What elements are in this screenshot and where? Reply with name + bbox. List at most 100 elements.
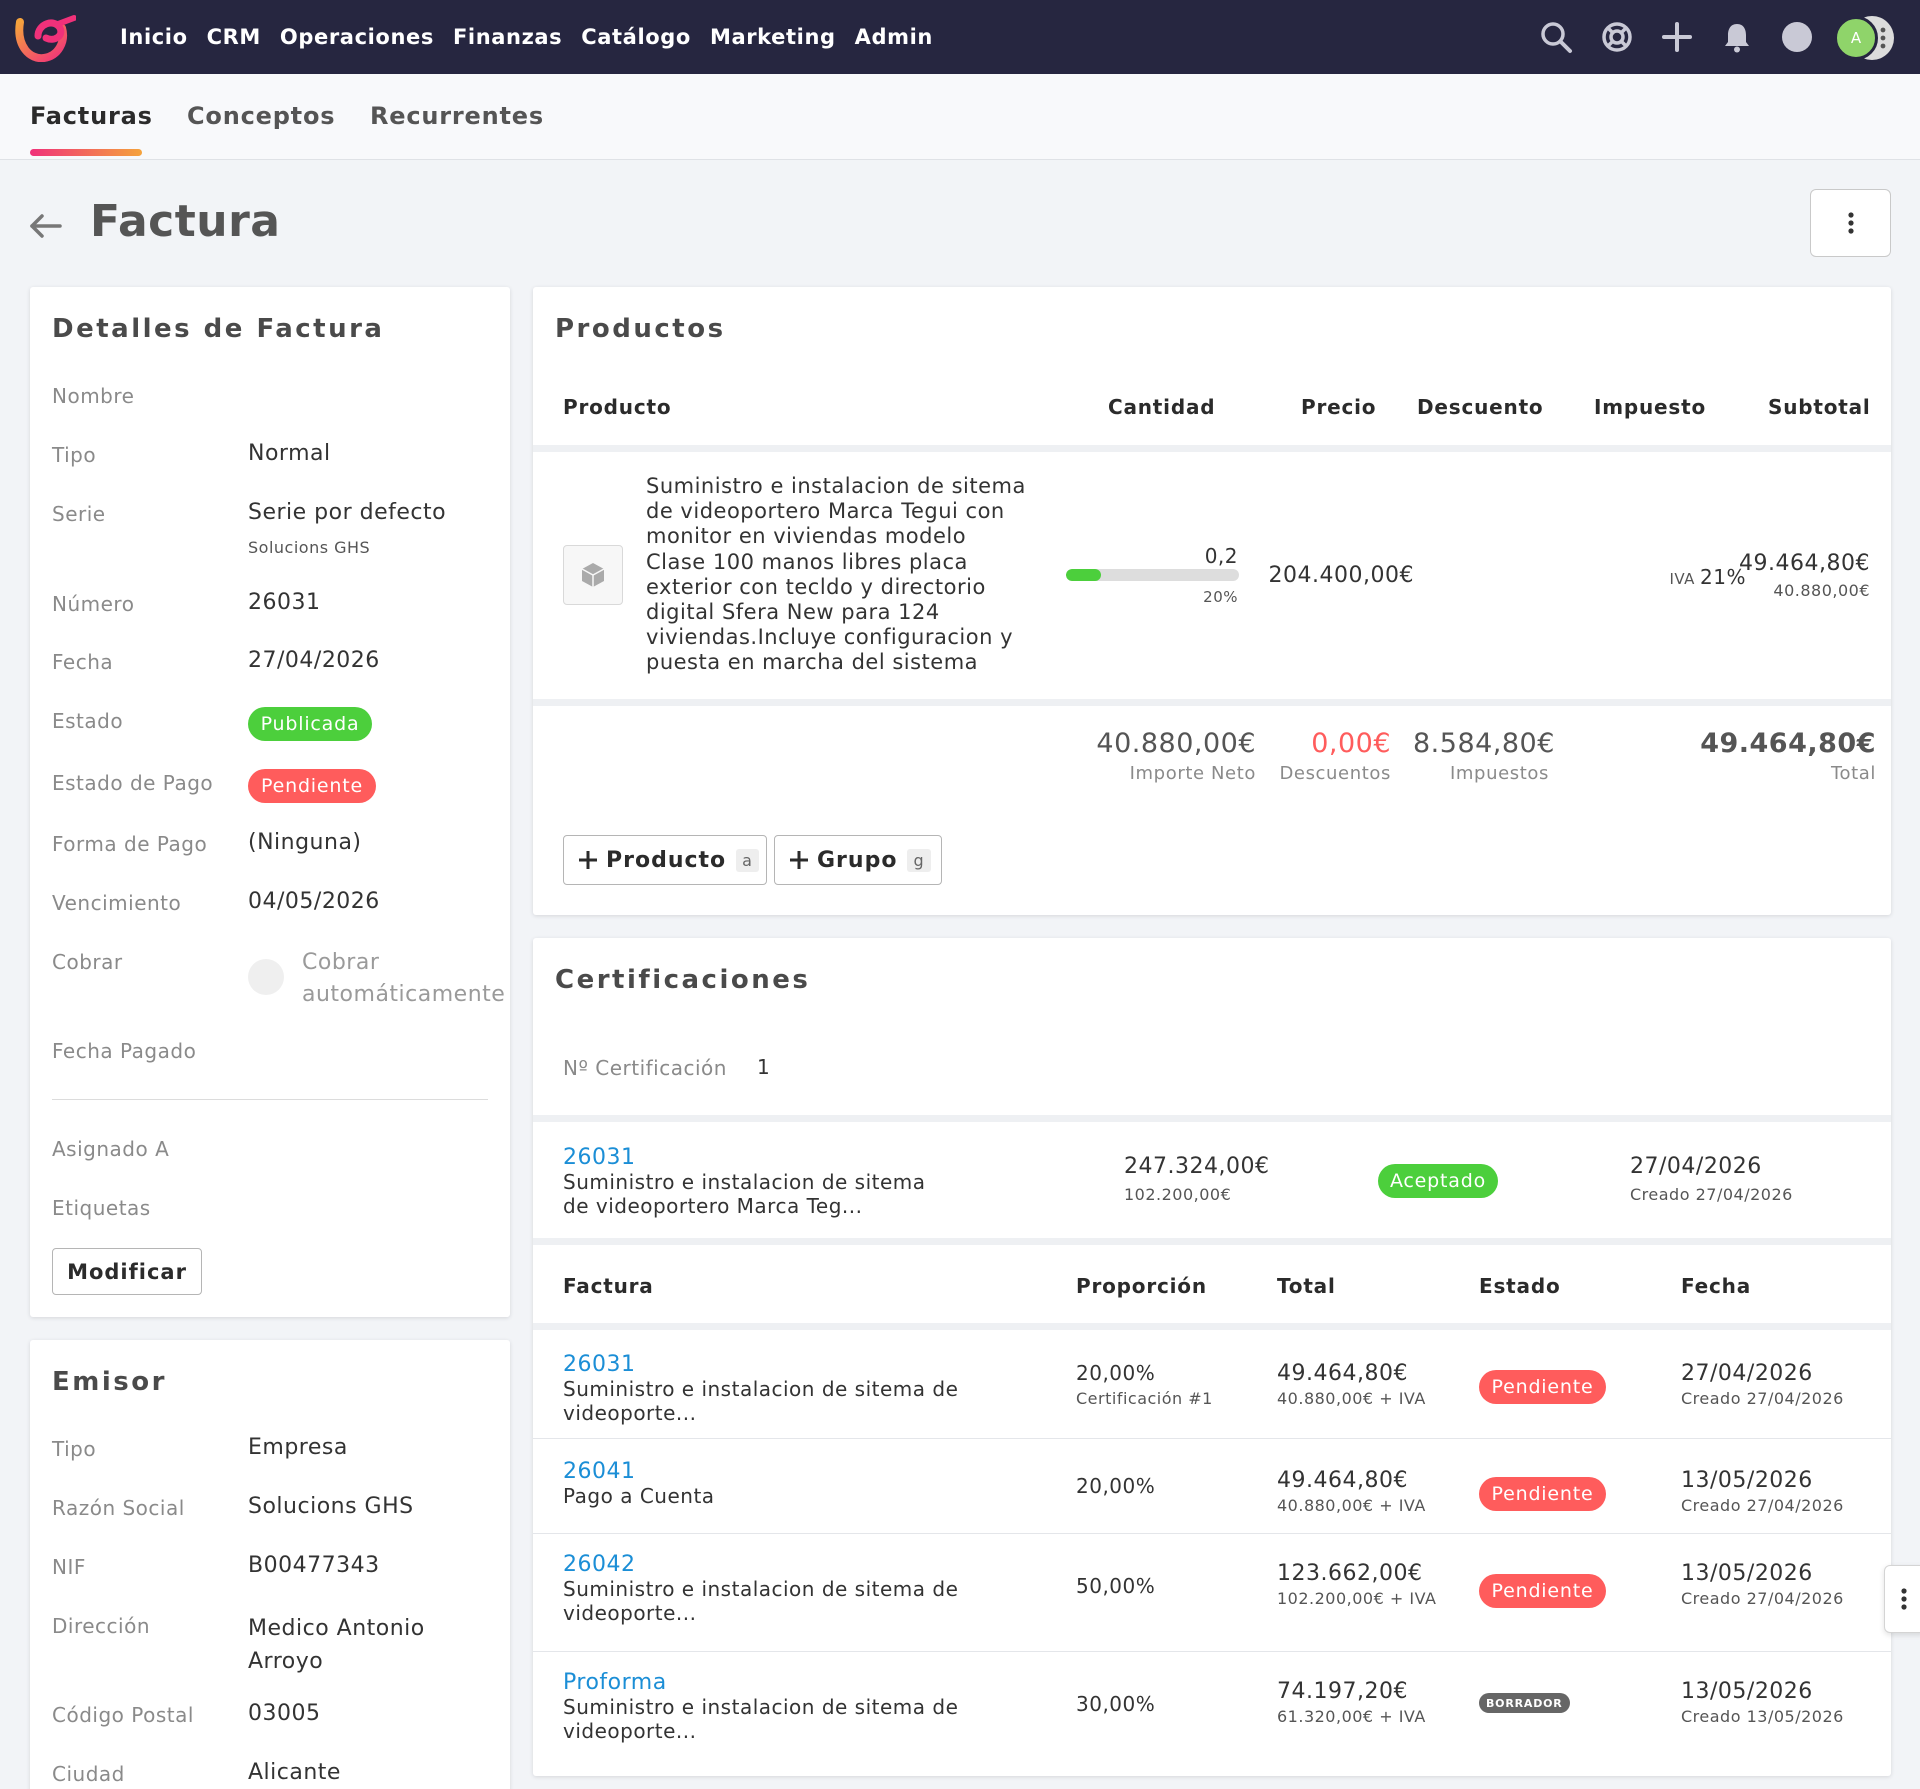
lifebuoy-icon[interactable] (1599, 19, 1635, 55)
back-arrow-icon[interactable] (28, 210, 64, 242)
nif-value: B00477343 (248, 1553, 380, 1578)
factura-desc-1: Suministro e instalacion de sitema de (563, 1695, 959, 1719)
plus-icon (790, 851, 808, 869)
product-description-line: Suministro e instalacion de sitema (646, 474, 1026, 498)
certificacion-desc-1: Suministro e instalacion de sitema (563, 1170, 926, 1194)
page-options-button[interactable] (1810, 189, 1891, 257)
section-separator (533, 1238, 1891, 1245)
cobrar-text-2: automáticamente (302, 982, 506, 1007)
estado-badge: Publicada (248, 707, 372, 741)
box-icon (581, 563, 605, 587)
certificaciones-card: Certificaciones Nº Certificación 1 26031… (533, 938, 1891, 1776)
add-grupo-button[interactable]: Grupo g (774, 835, 942, 885)
certificacion-link[interactable]: 26031 (563, 1145, 636, 1170)
nav-crm[interactable]: CRM (207, 25, 261, 49)
factura-desc-2: videoporte... (563, 1601, 697, 1625)
estado-badge: Pendiente (1479, 1477, 1606, 1511)
productos-card: Productos Producto Cantidad Precio Descu… (533, 287, 1891, 915)
creado-value: Creado 27/04/2026 (1681, 1389, 1844, 1408)
creado-value: Creado 27/04/2026 (1681, 1589, 1844, 1608)
num-certificacion-label: Nº Certificación (563, 1056, 727, 1080)
product-description[interactable]: Suministro e instalacion de sitema de vi… (646, 474, 1066, 676)
product-description-line: exterior con tecldo y directorio (646, 574, 986, 599)
add-producto-label: Producto (606, 847, 727, 873)
certificacion-estado-badge: Aceptado (1378, 1164, 1498, 1198)
cantidad-progress-fill (1066, 569, 1101, 581)
tab-facturas[interactable]: Facturas (30, 102, 153, 130)
add-grupo-label: Grupo (817, 847, 898, 873)
precio-value[interactable]: 204.400,00€ (1226, 563, 1414, 588)
col-estado: Estado (1479, 1274, 1561, 1298)
search-icon[interactable] (1538, 19, 1574, 55)
proporcion-sub: Certificación #1 (1076, 1389, 1213, 1408)
factura-desc-1: Suministro e instalacion de sitema de (563, 1577, 959, 1601)
page-title: Factura (90, 196, 281, 247)
vertical-dots-icon (1880, 27, 1886, 49)
tab-conceptos[interactable]: Conceptos (187, 102, 335, 130)
divider (52, 1099, 488, 1100)
row-options-button[interactable] (1884, 1565, 1920, 1633)
tab-recurrentes[interactable]: Recurrentes (370, 102, 544, 130)
avatar[interactable]: A (1834, 16, 1878, 60)
emisor-title: Emisor (52, 1367, 167, 1397)
detalles-title: Detalles de Factura (52, 314, 385, 344)
row-separator (533, 699, 1891, 706)
tipo-value: Normal (248, 441, 331, 466)
total-value: 49.464,80€ (1277, 1468, 1408, 1493)
nav-finanzas[interactable]: Finanzas (453, 25, 562, 49)
table-row[interactable]: 26042 Suministro e instalacion de sitema… (533, 1534, 1891, 1651)
col-cantidad: Cantidad (1108, 395, 1216, 419)
fecha-value: 27/04/2026 (1681, 1361, 1813, 1386)
cantidad-value[interactable]: 0,2 (1133, 544, 1238, 568)
col-proporcion: Proporción (1076, 1274, 1207, 1298)
proporcion-value: 50,00% (1076, 1574, 1156, 1598)
direccion-line-2: Arroyo (248, 1649, 324, 1674)
modificar-button[interactable]: Modificar (52, 1248, 202, 1295)
tipo-label: Tipo (52, 443, 97, 467)
nav-marketing[interactable]: Marketing (710, 25, 836, 49)
product-description-line: viviendas.Incluye configuracion y (646, 625, 1013, 650)
total-sub: 61.320,00€ + IVA (1277, 1707, 1426, 1726)
bell-icon[interactable] (1719, 19, 1755, 55)
table-row[interactable]: 26031 Suministro e instalacion de sitema… (533, 1330, 1891, 1438)
nav-inicio[interactable]: Inicio (120, 25, 188, 49)
total-sub: 40.880,00€ + IVA (1277, 1496, 1426, 1515)
col-factura: Factura (563, 1274, 654, 1298)
status-dot-icon[interactable] (1779, 19, 1815, 55)
subtotal-value: 49.464,80€ (1739, 551, 1870, 576)
factura-desc-1: Pago a Cuenta (563, 1484, 715, 1508)
header-separator (533, 1323, 1891, 1330)
creado-value: Creado 13/05/2026 (1681, 1707, 1844, 1726)
table-row[interactable]: Proforma Suministro e instalacion de sit… (533, 1652, 1891, 1770)
product-description-line: Clase 100 manos libres placa (646, 549, 968, 574)
total-value: 123.662,00€ (1277, 1561, 1423, 1586)
nav-operaciones[interactable]: Operaciones (280, 25, 434, 49)
cantidad-progress-bar (1066, 569, 1239, 581)
cobrar-toggle[interactable] (248, 959, 284, 995)
factura-link[interactable]: 26031 (563, 1352, 636, 1377)
user-menu[interactable]: A (1834, 14, 1900, 60)
numero-label: Número (52, 592, 135, 616)
serie-value: Serie por defecto (248, 500, 447, 525)
factura-link[interactable]: Proforma (563, 1670, 667, 1695)
factura-link[interactable]: 26042 (563, 1552, 636, 1577)
total-sub: 40.880,00€ + IVA (1277, 1389, 1426, 1408)
factura-desc-2: videoporte... (563, 1401, 697, 1425)
descuentos-label: Descuentos (1279, 763, 1391, 784)
product-description-line: puesta en marcha del sistema (646, 650, 979, 675)
total-label: Total (1830, 763, 1876, 784)
nav-catalogo[interactable]: Catálogo (581, 25, 691, 49)
direccion-line-1: Medico Antonio (248, 1616, 425, 1641)
forma-pago-value: (Ninguna) (248, 830, 362, 855)
product-thumbnail[interactable] (563, 545, 623, 605)
app-logo[interactable] (14, 12, 76, 62)
nav-admin[interactable]: Admin (855, 25, 933, 49)
productos-title: Productos (555, 314, 726, 344)
add-producto-button[interactable]: Producto a (563, 835, 767, 885)
table-row[interactable]: 26041 Pago a Cuenta 20,00% 49.464,80€ 40… (533, 1439, 1891, 1533)
estado-badge: Pendiente (1479, 1370, 1606, 1404)
importe-neto-value: 40.880,00€ (1096, 728, 1256, 759)
plus-icon[interactable] (1659, 19, 1695, 55)
factura-link[interactable]: 26041 (563, 1459, 636, 1484)
razon-social-label: Razón Social (52, 1496, 185, 1520)
